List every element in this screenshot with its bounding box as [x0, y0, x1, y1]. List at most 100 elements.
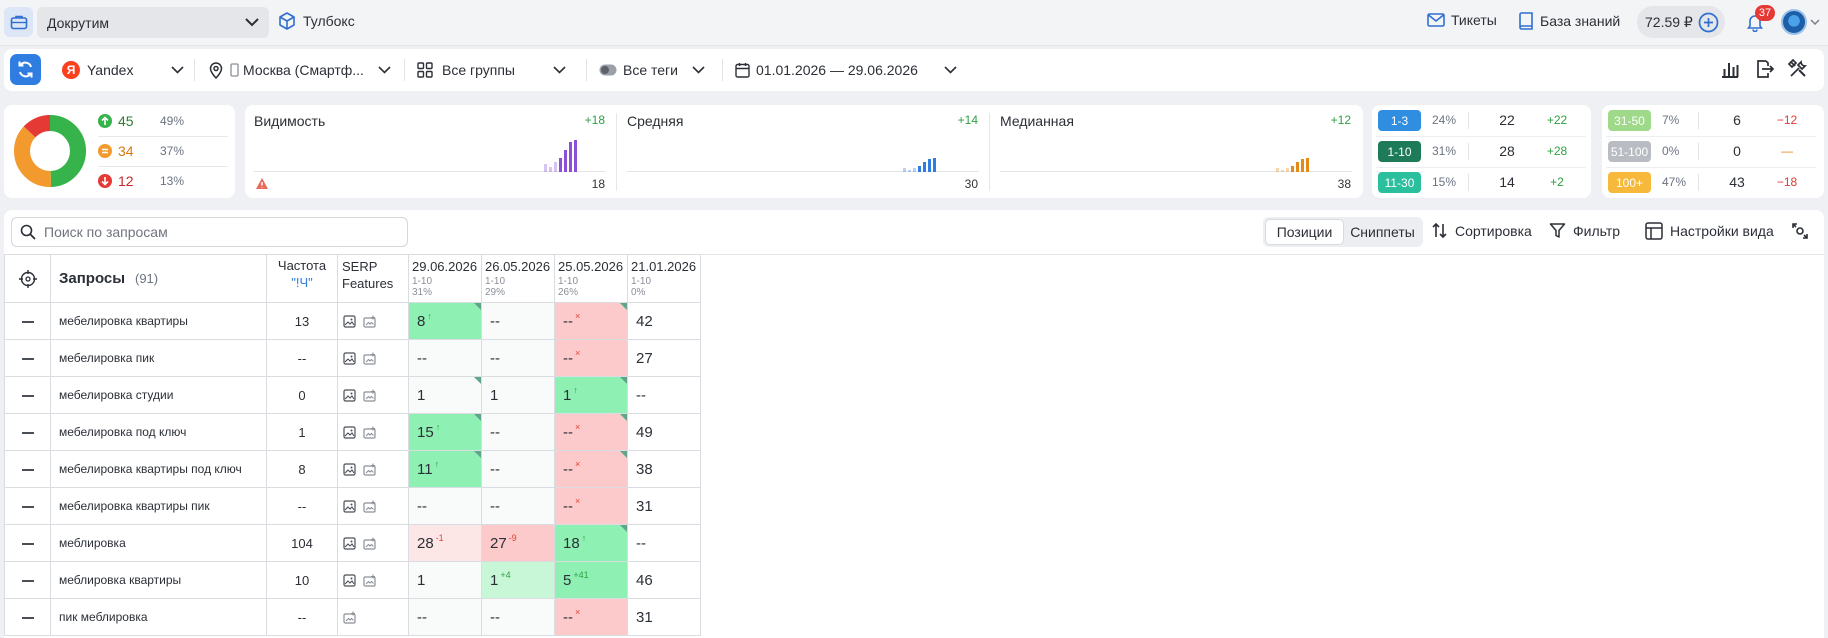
tickets-link[interactable]: Тикеты: [1427, 12, 1497, 28]
position-cell[interactable]: 49: [627, 413, 701, 451]
position-cell[interactable]: -- ×: [554, 598, 628, 636]
filter-button[interactable]: Фильтр: [1549, 222, 1620, 239]
serp-features-header[interactable]: SERP Features: [337, 254, 409, 303]
position-cell[interactable]: 8 ↑: [408, 302, 482, 340]
position-cell[interactable]: -- ×: [554, 413, 628, 451]
position-cell[interactable]: 1: [481, 376, 555, 414]
table-row[interactable]: мебелировка квартиры пик -- -- -- -- × 31: [4, 487, 701, 525]
position-cell[interactable]: --: [627, 524, 701, 562]
date-column-header[interactable]: 21.01.2026 1-10 0%: [627, 254, 701, 303]
position-range-row[interactable]: 1-3 24% 22 +22: [1372, 105, 1591, 136]
position-cell[interactable]: --: [408, 487, 482, 525]
position-cell[interactable]: --: [481, 413, 555, 451]
date-range-select[interactable]: 01.01.2026 — 29.06.2026: [735, 49, 957, 91]
query-cell[interactable]: мебелировка квартиры под ключ: [50, 450, 267, 488]
position-cell[interactable]: 1 ↑: [554, 376, 628, 414]
row-select-cell[interactable]: [4, 450, 51, 488]
position-cell[interactable]: --: [627, 376, 701, 414]
project-select[interactable]: Докрутим: [37, 7, 269, 38]
tab-positions[interactable]: Позиции: [1265, 219, 1344, 245]
date-column-header[interactable]: 29.06.2026 1-10 31%: [408, 254, 482, 303]
position-cell[interactable]: --: [481, 598, 555, 636]
position-cell[interactable]: 31: [627, 487, 701, 525]
select-all-cell[interactable]: [4, 254, 51, 303]
position-cell[interactable]: 38: [627, 450, 701, 488]
median-metric[interactable]: Медианная +12 38: [991, 105, 1361, 198]
refresh-button[interactable]: [10, 54, 41, 85]
queries-header[interactable]: Запросы (91): [50, 254, 267, 303]
query-cell[interactable]: мебелировка под ключ: [50, 413, 267, 451]
sort-button[interactable]: Сортировка: [1431, 222, 1532, 239]
position-cell[interactable]: 28 -1: [408, 524, 482, 562]
position-cell[interactable]: --: [408, 598, 482, 636]
table-row[interactable]: пик меблировка -- -- -- -- × 31: [4, 598, 701, 636]
position-cell[interactable]: 46: [627, 561, 701, 599]
position-range-row[interactable]: 100+ 47% 43 −18: [1602, 167, 1824, 198]
chart-icon[interactable]: [1720, 59, 1740, 79]
avatar[interactable]: [1781, 9, 1807, 35]
table-row[interactable]: мебелировка квартиры 13 8 ↑ -- -- × 42: [4, 302, 701, 340]
row-select-cell[interactable]: [4, 524, 51, 562]
row-select-cell[interactable]: [4, 561, 51, 599]
position-range-row[interactable]: 1-10 31% 28 +28: [1372, 136, 1591, 167]
dynamics-up-row[interactable]: 45 49%: [98, 107, 226, 135]
average-metric[interactable]: Средняя +14 30: [618, 105, 988, 198]
chevron-down-icon[interactable]: [1810, 19, 1820, 25]
query-cell[interactable]: мебелировка пик: [50, 339, 267, 377]
row-select-cell[interactable]: [4, 413, 51, 451]
date-column-header[interactable]: 25.05.2026 1-10 26%: [554, 254, 628, 303]
position-cell[interactable]: 31: [627, 598, 701, 636]
position-cell[interactable]: 1: [408, 561, 482, 599]
export-icon[interactable]: [1754, 59, 1774, 79]
search-engine-select[interactable]: Я Yandex: [62, 49, 185, 91]
frequency-header[interactable]: Частота "!Ч": [266, 254, 338, 303]
search-input[interactable]: Поиск по запросам: [11, 217, 408, 247]
position-range-row[interactable]: 11-30 15% 14 +2: [1372, 167, 1591, 198]
position-cell[interactable]: 42: [627, 302, 701, 340]
table-row[interactable]: мебелировка пик -- -- -- -- × 27: [4, 339, 701, 377]
position-range-row[interactable]: 31-50 7% 6 −12: [1602, 105, 1824, 136]
dynamics-down-row[interactable]: 12 13%: [98, 167, 226, 195]
position-cell[interactable]: 27: [627, 339, 701, 377]
position-cell[interactable]: -- ×: [554, 450, 628, 488]
position-cell[interactable]: --: [481, 339, 555, 377]
position-cell[interactable]: -- ×: [554, 339, 628, 377]
position-cell[interactable]: 1 +4: [481, 561, 555, 599]
tools-icon[interactable]: [1788, 59, 1808, 79]
position-range-row[interactable]: 51-100 0% 0 —: [1602, 136, 1824, 167]
briefcase-icon[interactable]: [4, 7, 33, 37]
query-cell[interactable]: меблировка: [50, 524, 267, 562]
query-cell[interactable]: мебелировка студии: [50, 376, 267, 414]
row-select-cell[interactable]: [4, 302, 51, 340]
view-settings-button[interactable]: Настройки вида: [1645, 222, 1774, 240]
position-cell[interactable]: --: [481, 487, 555, 525]
position-cell[interactable]: 5 +41: [554, 561, 628, 599]
query-cell[interactable]: меблировка квартиры: [50, 561, 267, 599]
toolbox-link[interactable]: Тулбокс: [277, 11, 355, 31]
table-row[interactable]: меблировка квартиры 10 1 1 +4 5 +41 46: [4, 561, 701, 599]
position-cell[interactable]: --: [481, 302, 555, 340]
visibility-metric[interactable]: Видимость +18 18: [245, 105, 615, 198]
row-select-cell[interactable]: [4, 598, 51, 636]
query-cell[interactable]: мебелировка квартиры: [50, 302, 267, 340]
row-select-cell[interactable]: [4, 487, 51, 525]
region-select[interactable]: Москва (Смартф...: [209, 49, 391, 91]
position-cell[interactable]: -- ×: [554, 302, 628, 340]
table-row[interactable]: мебелировка студии 0 1 1 1 ↑ --: [4, 376, 701, 414]
position-cell[interactable]: 1: [408, 376, 482, 414]
balance-pill[interactable]: 72.59 ₽: [1637, 6, 1725, 38]
query-cell[interactable]: пик меблировка: [50, 598, 267, 636]
tags-select[interactable]: Все теги: [599, 49, 705, 91]
query-cell[interactable]: мебелировка квартиры пик: [50, 487, 267, 525]
knowledge-base-link[interactable]: База знаний: [1518, 12, 1620, 30]
date-column-header[interactable]: 26.05.2026 1-10 29%: [481, 254, 555, 303]
add-funds-icon[interactable]: [1698, 12, 1719, 33]
dynamics-same-row[interactable]: 34 37%: [98, 137, 226, 165]
table-row[interactable]: мебелировка квартиры под ключ 8 11 ↑ -- -- × 38: [4, 450, 701, 488]
tab-snippets[interactable]: Сниппеты: [1344, 219, 1421, 245]
position-cell[interactable]: --: [408, 339, 482, 377]
row-select-cell[interactable]: [4, 376, 51, 414]
position-cell[interactable]: 15 ↑: [408, 413, 482, 451]
position-cell[interactable]: --: [481, 450, 555, 488]
table-row[interactable]: мебелировка под ключ 1 15 ↑ -- -- × 49: [4, 413, 701, 451]
